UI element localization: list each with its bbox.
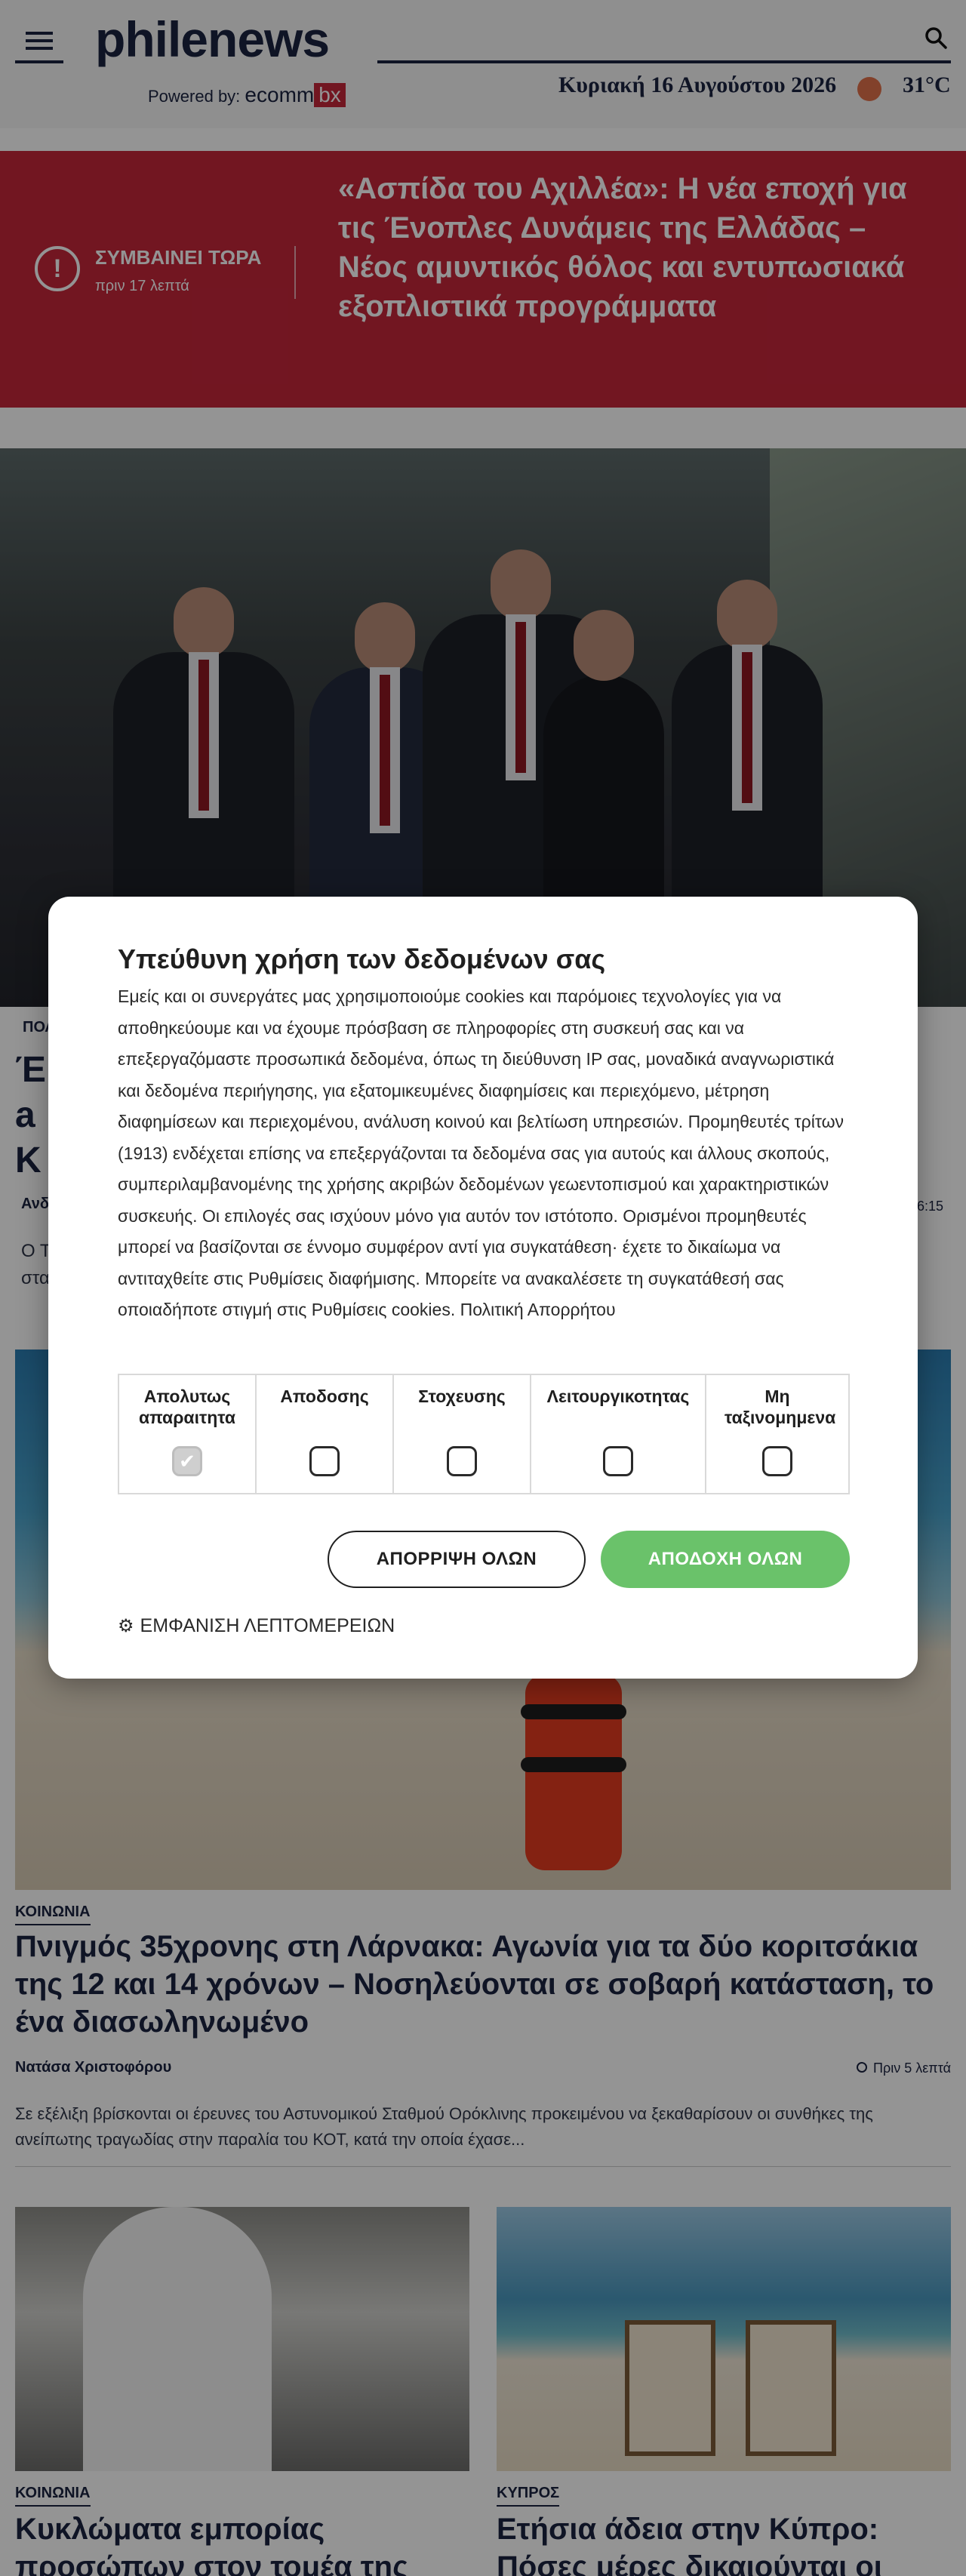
show-details-label: ΕΜΦΑΝΙΣΗ ΛΕΠΤΟΜΕΡΕΙΩΝ: [140, 1615, 395, 1636]
consent-performance: Αποδοσης: [257, 1375, 394, 1493]
consent-label: Λειτουργικοτητας: [546, 1386, 690, 1406]
consent-functionality: Λειτουργικοτητας: [531, 1375, 706, 1493]
consent-unclassified: Μη ταξινομημενα: [706, 1375, 848, 1493]
consent-label: Αποδοσης: [280, 1386, 369, 1406]
consent-checkbox-targeting[interactable]: [447, 1446, 477, 1476]
consent-label: Απολυτως απαραιτητα: [138, 1386, 236, 1427]
show-details-button[interactable]: ⚙ ΕΜΦΑΝΙΣΗ ΛΕΠΤΟΜΕΡΕΙΩΝ: [118, 1615, 395, 1637]
privacy-policy-link[interactable]: Πολιτική Απορρήτου: [460, 1300, 616, 1319]
consent-necessary: Απολυτως απαραιτητα: [119, 1375, 257, 1493]
consent-checkbox-performance[interactable]: [309, 1446, 340, 1476]
cookie-dialog-title: Υπεύθυνη χρήση των δεδομένων σας: [118, 943, 606, 974]
accept-all-button[interactable]: ΑΠΟΔΟΧΗ ΟΛΩΝ: [601, 1531, 850, 1588]
consent-categories: Απολυτως απαραιτητα Αποδοσης Στοχευσης Λ…: [118, 1374, 850, 1494]
cookie-consent-dialog: Υπεύθυνη χρήση των δεδομένων σας Εμείς κ…: [48, 897, 918, 1679]
cookie-dialog-text: Εμείς και οι συνεργάτες μας χρησιμοποιού…: [118, 981, 848, 1326]
consent-label: Στοχευσης: [418, 1386, 506, 1406]
consent-checkbox-functionality[interactable]: [603, 1446, 633, 1476]
consent-checkbox-unclassified[interactable]: [762, 1446, 792, 1476]
consent-targeting: Στοχευσης: [394, 1375, 531, 1493]
cookie-dialog-body: Εμείς και οι συνεργάτες μας χρησιμοποιού…: [118, 986, 844, 1319]
reject-all-button[interactable]: ΑΠΟΡΡΙΨΗ ΟΛΩΝ: [328, 1531, 586, 1588]
consent-checkbox-necessary: [172, 1446, 202, 1476]
consent-label: Μη ταξινομημενα: [724, 1386, 836, 1427]
gear-icon: ⚙: [118, 1616, 134, 1636]
